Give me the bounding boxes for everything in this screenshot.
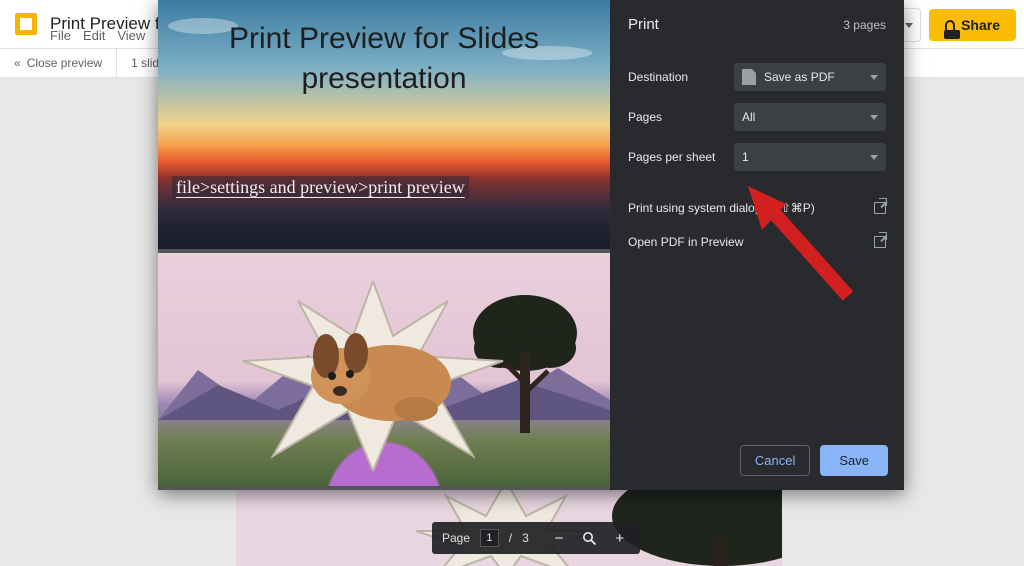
chevron-down-icon xyxy=(870,75,878,80)
slide1-title-line1: Print Preview for Slides xyxy=(158,22,610,56)
open-pdf-label: Open PDF in Preview xyxy=(628,235,743,249)
pdf-pager: Page 1 / 3 − + xyxy=(432,522,640,554)
preview-slide-2 xyxy=(158,253,610,486)
external-link-icon xyxy=(874,236,886,248)
system-dialog-link[interactable]: Print using system dialog… (⇧⌘P) xyxy=(628,191,886,225)
share-label: Share xyxy=(961,17,1000,33)
destination-value: Save as PDF xyxy=(764,70,835,84)
pages-value: All xyxy=(742,110,755,124)
print-title: Print xyxy=(628,16,659,33)
menu-view[interactable]: View xyxy=(117,28,145,43)
open-pdf-link[interactable]: Open PDF in Preview xyxy=(628,225,886,259)
cancel-button[interactable]: Cancel xyxy=(740,445,810,476)
pager-current-input[interactable]: 1 xyxy=(480,529,499,547)
close-preview-button[interactable]: « Close preview xyxy=(0,49,117,77)
print-dialog-overlay: Print Preview for Slides presentation fi… xyxy=(158,0,904,490)
system-dialog-label: Print using system dialog… (⇧⌘P) xyxy=(628,201,815,215)
pages-per-sheet-label: Pages per sheet xyxy=(628,150,715,164)
chevron-down-icon xyxy=(870,155,878,160)
chevron-down-icon xyxy=(870,115,878,120)
zoom-out-button[interactable]: − xyxy=(549,527,569,549)
preview-slide-1: Print Preview for Slides presentation fi… xyxy=(158,0,610,253)
save-button[interactable]: Save xyxy=(820,445,888,476)
pdf-file-icon xyxy=(742,69,756,85)
slide1-title-line2: presentation xyxy=(158,62,610,96)
print-preview-pane[interactable]: Print Preview for Slides presentation fi… xyxy=(158,0,610,490)
pager-label: Page xyxy=(442,531,470,545)
magnifier-icon xyxy=(582,531,597,546)
destination-label: Destination xyxy=(628,70,688,84)
slides-icon xyxy=(15,13,37,35)
pager-total: 3 xyxy=(522,531,529,545)
lock-icon xyxy=(945,20,955,30)
menu-file[interactable]: File xyxy=(50,28,71,43)
menu-edit[interactable]: Edit xyxy=(83,28,105,43)
slide1-path-text: file>settings and preview>print preview xyxy=(172,176,469,199)
dog-graphic xyxy=(296,321,456,431)
pager-sep: / xyxy=(509,531,512,545)
close-preview-label: Close preview xyxy=(27,56,102,70)
print-page-count: 3 pages xyxy=(843,18,886,32)
zoom-in-button[interactable]: + xyxy=(610,527,630,549)
pages-per-sheet-value: 1 xyxy=(742,150,749,164)
pages-select[interactable]: All xyxy=(734,103,886,131)
chevron-down-icon xyxy=(905,23,913,28)
slides-home-button[interactable] xyxy=(8,6,44,42)
zoom-reset-button[interactable] xyxy=(579,527,599,549)
pages-per-sheet-select[interactable]: 1 xyxy=(734,143,886,171)
destination-select[interactable]: Save as PDF xyxy=(734,63,886,91)
external-link-icon xyxy=(874,202,886,214)
pages-label: Pages xyxy=(628,110,662,124)
print-settings-panel: Print 3 pages Destination Save as PDF Pa… xyxy=(610,0,904,490)
share-button[interactable]: Share xyxy=(929,9,1016,41)
